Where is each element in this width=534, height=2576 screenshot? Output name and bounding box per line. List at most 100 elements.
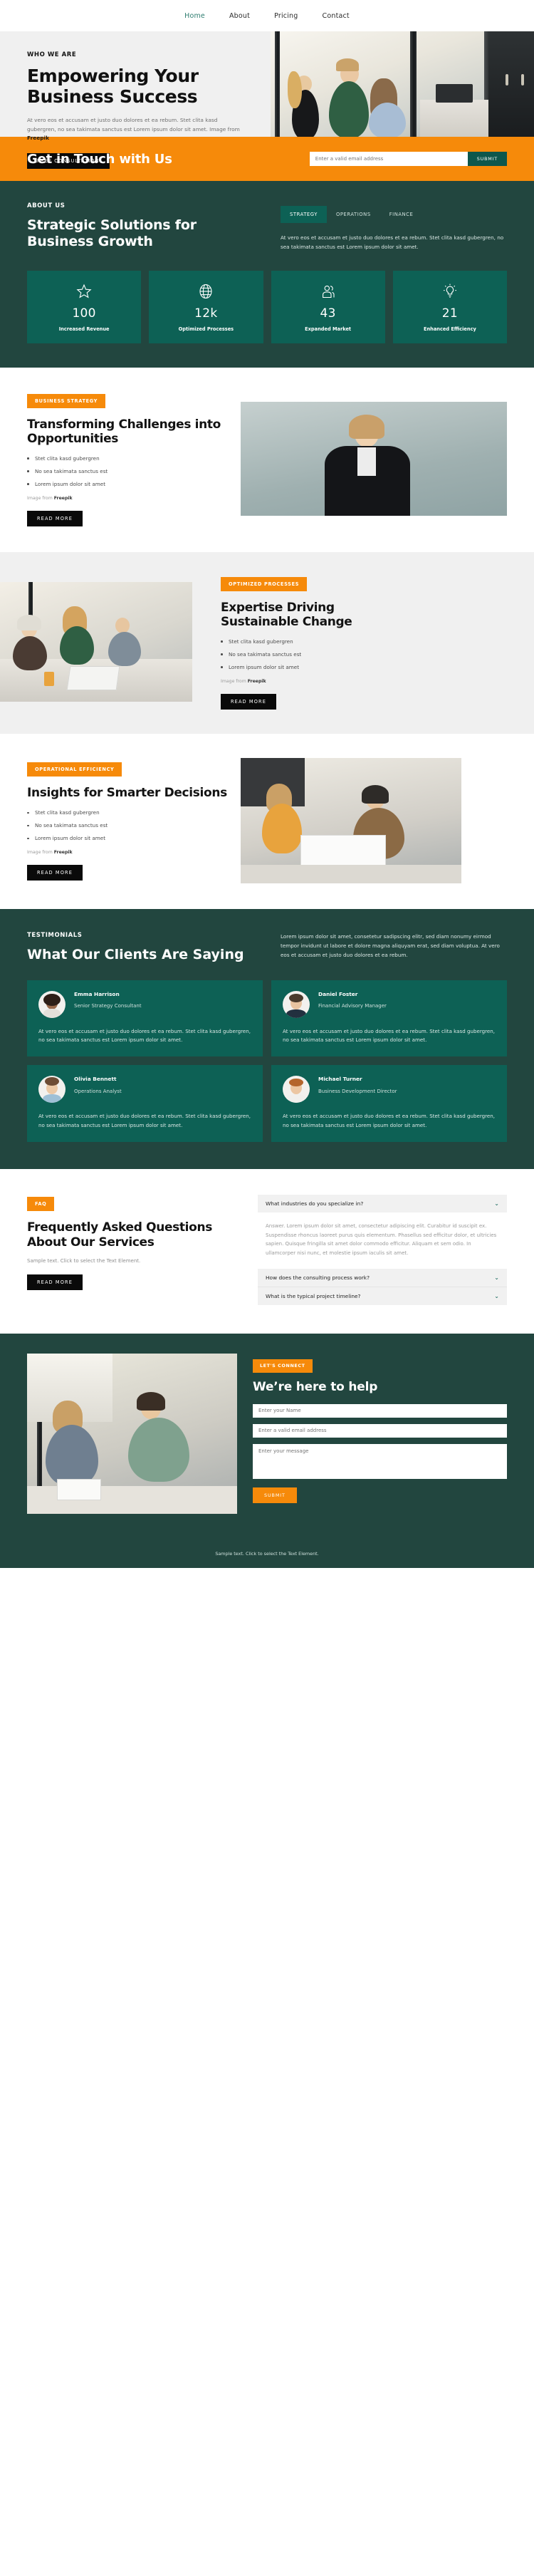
testimonial-head: Emma Harrison Senior Strategy Consultant — [38, 990, 251, 1018]
nav-item-contact[interactable]: Contact — [323, 12, 350, 20]
testimonial-role: Operations Analyst — [74, 1089, 122, 1095]
hero-credit-link[interactable]: Freepik — [27, 135, 49, 141]
testimonial-name: Olivia Bennett — [74, 1076, 117, 1083]
contact-image — [27, 1354, 237, 1515]
contact-message-input[interactable] — [253, 1443, 507, 1479]
contact-form: LET'S CONNECT We’re here to help SUBMIT — [237, 1354, 507, 1503]
newsletter-submit-button[interactable]: SUBMIT — [467, 152, 507, 166]
faq-question-header-process[interactable]: How does the consulting process work? ⌄ — [258, 1269, 507, 1288]
testimonial-head: Daniel Foster Financial Advisory Manager — [283, 990, 496, 1018]
stat-card-market: 43 Expanded Market — [271, 270, 385, 343]
testimonial-quote: At vero eos et accusam et justo duo dolo… — [283, 1113, 495, 1128]
desk — [420, 100, 488, 137]
globe-icon — [153, 283, 258, 301]
nav-item-about[interactable]: About — [229, 12, 250, 20]
contact-submit-button[interactable]: SUBMIT — [253, 1487, 297, 1503]
avatar — [283, 990, 310, 1018]
feature-bullet: Stet clita kasd gubergren — [221, 638, 406, 645]
feature-bullet: Stet clita kasd gubergren — [27, 455, 241, 462]
feature-bullet: No sea takimata sanctus est — [27, 822, 241, 829]
bulb-icon — [397, 283, 503, 301]
hero-paragraph-text: At vero eos et accusam et justo duo dolo… — [27, 117, 240, 133]
chevron-down-icon: ⌄ — [494, 1274, 499, 1281]
feature-image-credit: Image from Freepik — [221, 679, 406, 684]
portrait-shirt — [357, 447, 376, 477]
faq-sample-text: Sample text. Click to select the Text El… — [27, 1258, 141, 1264]
about-paragraph: At vero eos et accusam et justo duo dolo… — [281, 234, 504, 251]
main-navigation: Home About Pricing Contact — [0, 0, 534, 31]
faq-item-industries: What industries do you specialize in? ⌄ … — [258, 1195, 507, 1269]
testimonials-title: What Our Clients Are Saying — [27, 946, 244, 962]
about-top: ABOUT US Strategic Solutions for Busines… — [27, 202, 507, 252]
faq-badge: FAQ — [27, 1197, 55, 1212]
table-surface — [241, 864, 461, 883]
about-section: ABOUT US Strategic Solutions for Busines… — [0, 181, 534, 368]
stat-card-processes: 12k Optimized Processes — [149, 270, 263, 343]
hero-paragraph: At vero eos et accusam et justo duo dolo… — [27, 116, 246, 143]
feature-bullet: No sea takimata sanctus est — [27, 468, 241, 474]
testimonials-intro: Lorem ipsum dolor sit amet, consetetur s… — [281, 933, 500, 959]
testimonial-head: Michael Turner Business Development Dire… — [283, 1076, 496, 1103]
newsletter-email-input[interactable] — [309, 152, 468, 166]
nav-item-pricing[interactable]: Pricing — [274, 12, 298, 20]
stat-label: Optimized Processes — [178, 326, 234, 332]
contact-name-input[interactable] — [253, 1403, 507, 1418]
faq-question: How does the consulting process work? — [266, 1274, 370, 1282]
faq-section: FAQ Frequently Asked Questions About Our… — [0, 1169, 534, 1334]
testimonials-section: TESTIMONIALS What Our Clients Are Saying… — [0, 908, 534, 1170]
faq-accordion: What industries do you specialize in? ⌄ … — [258, 1195, 507, 1306]
faq-question-header[interactable]: What industries do you specialize in? ⌄ — [258, 1195, 507, 1213]
hero-content: WHO WE ARE Empowering Your Business Succ… — [0, 31, 271, 170]
nav-item-home[interactable]: Home — [184, 12, 205, 20]
stat-label: Enhanced Efficiency — [423, 326, 476, 332]
feature-read-more-button[interactable]: READ MORE — [221, 693, 276, 710]
users-icon — [276, 283, 381, 301]
about-title: Strategic Solutions for Business Growth — [27, 217, 197, 249]
about-tabs: STRATEGY OPERATIONS FINANCE — [281, 206, 507, 223]
testimonial-card-emma-harrison: Emma Harrison Senior Strategy Consultant… — [27, 980, 263, 1057]
testimonial-identity: Michael Turner Business Development Dire… — [318, 1076, 397, 1095]
portrait-hair — [349, 415, 384, 440]
door-handle-2 — [521, 74, 524, 85]
credit-link[interactable]: Freepik — [248, 679, 266, 684]
credit-text: Image from — [27, 495, 54, 501]
credit-link[interactable]: Freepik — [54, 496, 73, 501]
avatar-body — [286, 1094, 306, 1103]
feature-badge: OPTIMIZED PROCESSES — [221, 576, 308, 591]
feature-bullet: No sea takimata sanctus est — [221, 651, 406, 658]
feature-read-more-button[interactable]: READ MORE — [27, 865, 83, 881]
person-body-2 — [60, 626, 94, 665]
feature-image-credit: Image from Freepik — [27, 496, 241, 501]
credit-link[interactable]: Freepik — [54, 850, 73, 855]
newsletter-form: SUBMIT — [309, 152, 507, 166]
feature-read-more-button[interactable]: READ MORE — [27, 510, 83, 526]
hero-title: Empowering Your Business Success — [27, 66, 199, 107]
tab-finance[interactable]: FINANCE — [380, 206, 423, 223]
contact-title: We’re here to help — [253, 1379, 378, 1394]
tab-operations[interactable]: OPERATIONS — [327, 206, 380, 223]
faq-question-header-timeline[interactable]: What is the typical project timeline? ⌄ — [258, 1287, 507, 1306]
testimonial-name: Emma Harrison — [74, 990, 120, 997]
laptop — [66, 666, 120, 691]
testimonial-name: Michael Turner — [318, 1076, 362, 1083]
testimonial-card-daniel-foster: Daniel Foster Financial Advisory Manager… — [271, 980, 507, 1057]
testimonial-role: Business Development Director — [318, 1089, 397, 1095]
faq-answer: Answer. Lorem ipsum dolor sit amet, cons… — [266, 1223, 497, 1256]
person-2-hair — [336, 58, 359, 71]
feature-title: Expertise Driving Sustainable Change — [221, 600, 352, 629]
testimonial-identity: Olivia Bennett Operations Analyst — [74, 1076, 122, 1095]
testimonial-identity: Daniel Foster Financial Advisory Manager — [318, 991, 387, 1010]
tab-strategy[interactable]: STRATEGY — [281, 206, 327, 223]
avatar — [38, 990, 66, 1018]
feature-text: OPTIMIZED PROCESSES Expertise Driving Su… — [192, 575, 406, 710]
feature-bullet: Lorem ipsum dolor sit amet — [27, 481, 241, 487]
feature-section-business-strategy: BUSINESS STRATEGY Transforming Challenge… — [0, 368, 534, 552]
faq-read-more-button[interactable]: READ MORE — [27, 1274, 83, 1291]
feature-bullet: Stet clita kasd gubergren — [27, 809, 241, 816]
window-frame-left — [275, 31, 280, 137]
testimonial-role: Senior Strategy Consultant — [74, 1003, 142, 1009]
faq-collapsed-group: How does the consulting process work? ⌄ … — [258, 1269, 507, 1306]
coffee-cup — [44, 672, 54, 687]
contact-email-input[interactable] — [253, 1423, 507, 1438]
credit-text: Image from — [27, 850, 54, 856]
